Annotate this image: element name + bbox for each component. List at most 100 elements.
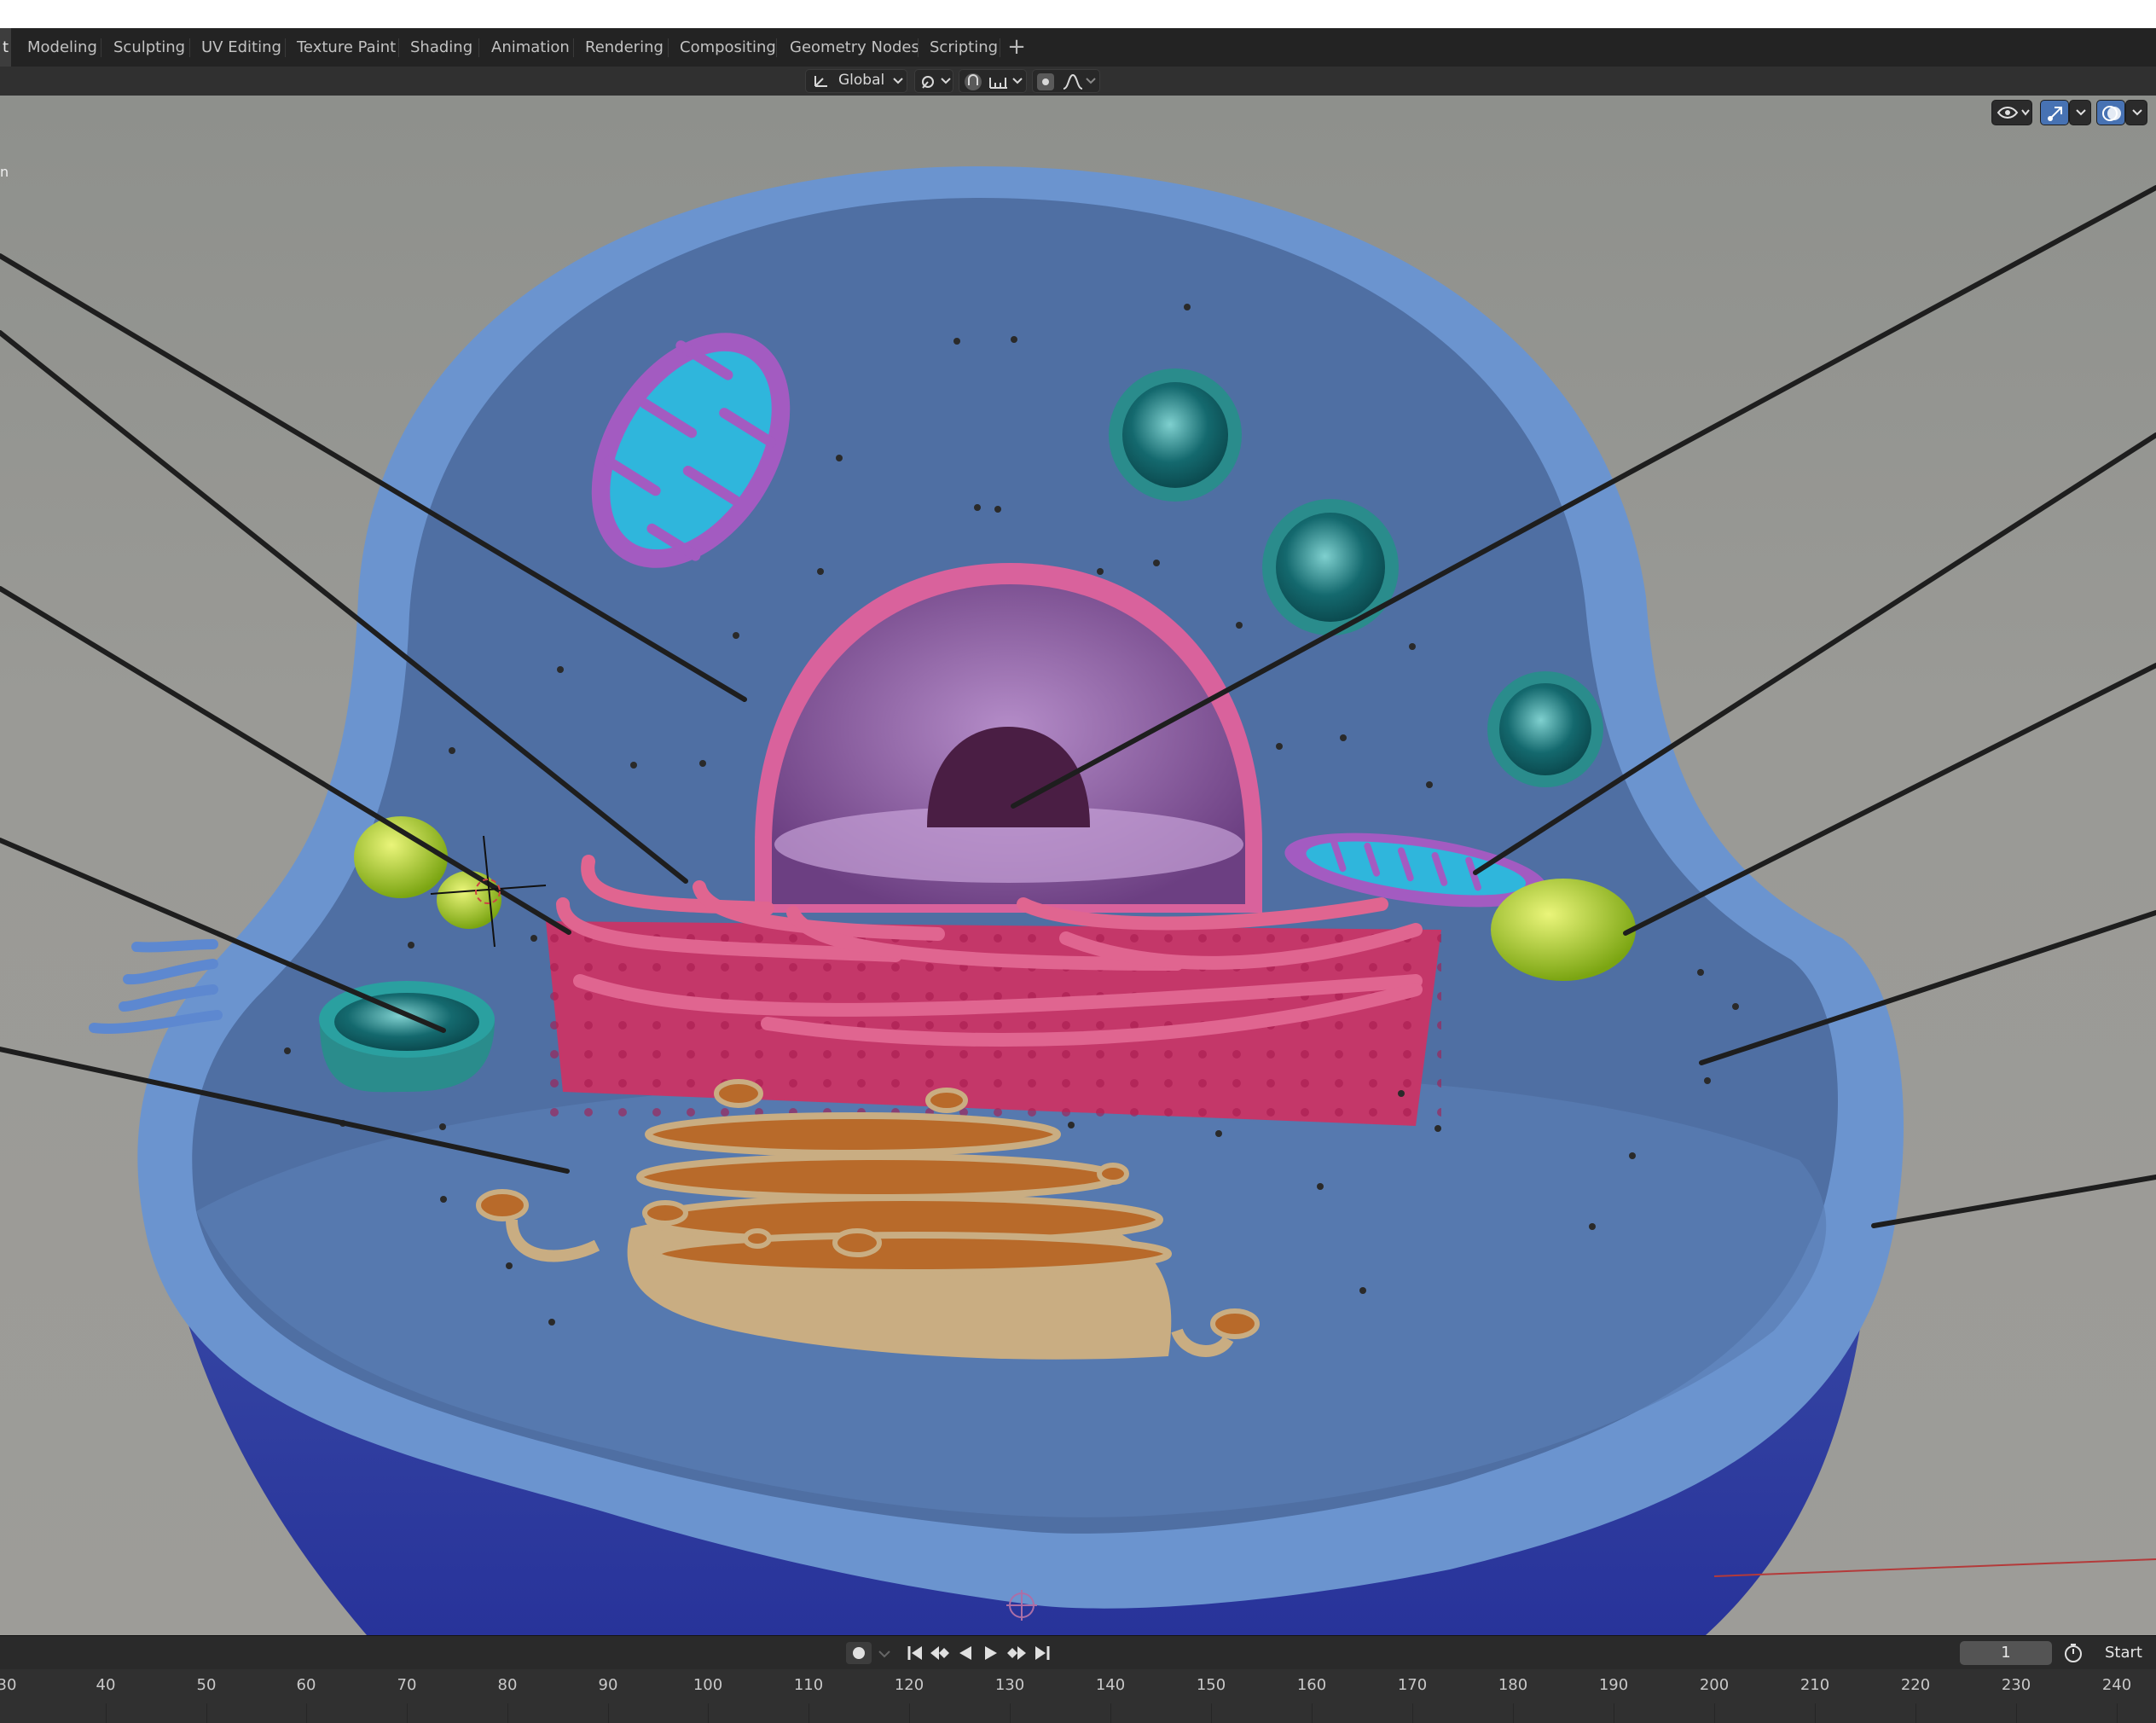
proportional-edit-icon[interactable] — [1036, 73, 1055, 91]
tick-label: 40 — [96, 1676, 116, 1694]
chevron-down-icon — [1012, 78, 1023, 84]
tick-label: 80 — [497, 1676, 518, 1694]
eye-icon — [1997, 107, 2030, 119]
pivot-icon — [922, 76, 934, 89]
gizmo-toggle[interactable] — [2040, 100, 2069, 125]
tick-mark — [1915, 1703, 1916, 1723]
tab-separator — [668, 38, 669, 57]
tick-label: 220 — [1900, 1676, 1931, 1694]
tab-texture-paint[interactable]: Texture Paint — [297, 28, 396, 67]
tab-separator — [398, 38, 399, 57]
vacuole-3 — [1487, 671, 1603, 787]
jump-start-button[interactable] — [904, 1642, 926, 1664]
tick-label: 110 — [793, 1676, 824, 1694]
vacuole-2 — [1262, 499, 1399, 635]
proportional-editing-group[interactable] — [1032, 69, 1100, 93]
snap-increment-icon[interactable] — [988, 74, 1009, 90]
tick-label: 240 — [2101, 1676, 2132, 1694]
tick-mark — [306, 1703, 307, 1723]
cell-scene[interactable] — [0, 96, 2156, 1635]
orientation-icon — [814, 76, 827, 87]
tick-label: 60 — [296, 1676, 316, 1694]
tick-mark — [1010, 1703, 1011, 1723]
workspace-tab-bar: t Modeling Sculpting UV Editing Texture … — [0, 28, 2156, 67]
tab-compositing[interactable]: Compositing — [680, 28, 776, 67]
timeline-ruler[interactable]: 30 40 50 60 70 80 90 100 110 120 130 140… — [0, 1669, 2156, 1723]
vacuole-cup — [319, 981, 495, 1093]
tick-mark — [708, 1703, 709, 1723]
lysosome-3 — [1491, 879, 1636, 981]
tick-mark — [909, 1703, 910, 1723]
tick-label: 170 — [1397, 1676, 1428, 1694]
chevron-down-icon — [941, 78, 951, 84]
play-icon — [985, 1646, 997, 1660]
tab-separator — [776, 38, 777, 57]
tick-label: 180 — [1498, 1676, 1528, 1694]
tab-animation[interactable]: Animation — [491, 28, 570, 67]
tick-mark — [2117, 1703, 2118, 1723]
gizmo-dropdown[interactable] — [2069, 100, 2091, 125]
prev-keyframe-button[interactable] — [929, 1642, 951, 1664]
tick-mark — [608, 1703, 609, 1723]
jump-end-button[interactable] — [1031, 1642, 1053, 1664]
snap-icon[interactable] — [963, 73, 983, 91]
tick-mark — [407, 1703, 408, 1723]
tab-modeling[interactable]: Modeling — [27, 28, 97, 67]
tab-geometry-nodes[interactable]: Geometry Nodes — [790, 28, 919, 67]
chevron-down-icon — [878, 1650, 890, 1658]
tick-label: 200 — [1699, 1676, 1730, 1694]
tab-rendering[interactable]: Rendering — [585, 28, 664, 67]
gizmo-icon — [2048, 107, 2062, 121]
tick-mark — [1815, 1703, 1816, 1723]
tab-shading[interactable]: Shading — [410, 28, 472, 67]
tab-separator — [478, 38, 479, 57]
visibility-dropdown[interactable] — [1991, 100, 2032, 125]
chevron-down-icon — [2132, 109, 2142, 116]
stopwatch-icon — [2065, 1644, 2082, 1662]
overlay-toggle[interactable] — [2096, 100, 2125, 125]
tick-label: 160 — [1296, 1676, 1327, 1694]
chevron-down-icon — [893, 78, 903, 84]
play-reverse-icon — [959, 1646, 971, 1660]
current-frame-field[interactable]: 1 — [1960, 1641, 2052, 1665]
tab-uv-editing[interactable]: UV Editing — [201, 28, 281, 67]
tick-label: 150 — [1196, 1676, 1226, 1694]
jump-end-icon — [1035, 1646, 1050, 1660]
record-dropdown[interactable] — [873, 1642, 895, 1664]
prev-keyframe-icon — [930, 1646, 949, 1660]
tab-separator — [189, 38, 190, 57]
overlay-dropdown[interactable] — [2125, 100, 2147, 125]
tab-sculpting[interactable]: Sculpting — [113, 28, 185, 67]
next-keyframe-icon — [1007, 1646, 1026, 1660]
3d-viewport[interactable]: n — [0, 96, 2156, 1635]
add-workspace-button[interactable]: + — [1002, 33, 1031, 61]
next-keyframe-button[interactable] — [1006, 1642, 1028, 1664]
tab-layout[interactable]: t — [0, 28, 12, 67]
tick-mark — [1412, 1703, 1413, 1723]
tick-mark — [106, 1703, 107, 1723]
tick-mark — [206, 1703, 207, 1723]
tick-label: 50 — [196, 1676, 217, 1694]
play-reverse-button[interactable] — [954, 1642, 977, 1664]
tab-scripting[interactable]: Scripting — [930, 28, 998, 67]
tick-label: 130 — [994, 1676, 1025, 1694]
transform-orientation-dropdown[interactable]: Global — [805, 69, 907, 93]
record-button[interactable] — [846, 1642, 872, 1664]
start-frame-label[interactable]: Start — [2105, 1641, 2142, 1665]
record-icon — [853, 1647, 865, 1659]
tick-label: 120 — [894, 1676, 924, 1694]
tick-mark — [808, 1703, 809, 1723]
falloff-icon[interactable] — [1062, 73, 1084, 90]
orientation-label: Global — [838, 72, 885, 89]
overlay-icon — [2102, 106, 2121, 121]
stopwatch-button[interactable] — [2062, 1642, 2084, 1664]
chevron-down-icon — [2076, 109, 2086, 116]
tick-label: 70 — [397, 1676, 417, 1694]
pivot-point-dropdown[interactable] — [914, 69, 953, 93]
x-axis-line — [1713, 1558, 2156, 1577]
vacuole-1 — [1109, 368, 1242, 502]
play-button[interactable] — [980, 1642, 1002, 1664]
tick-label: 210 — [1800, 1676, 1830, 1694]
snap-group[interactable] — [959, 69, 1027, 93]
playback-controls: 1 Start — [0, 1635, 2156, 1670]
